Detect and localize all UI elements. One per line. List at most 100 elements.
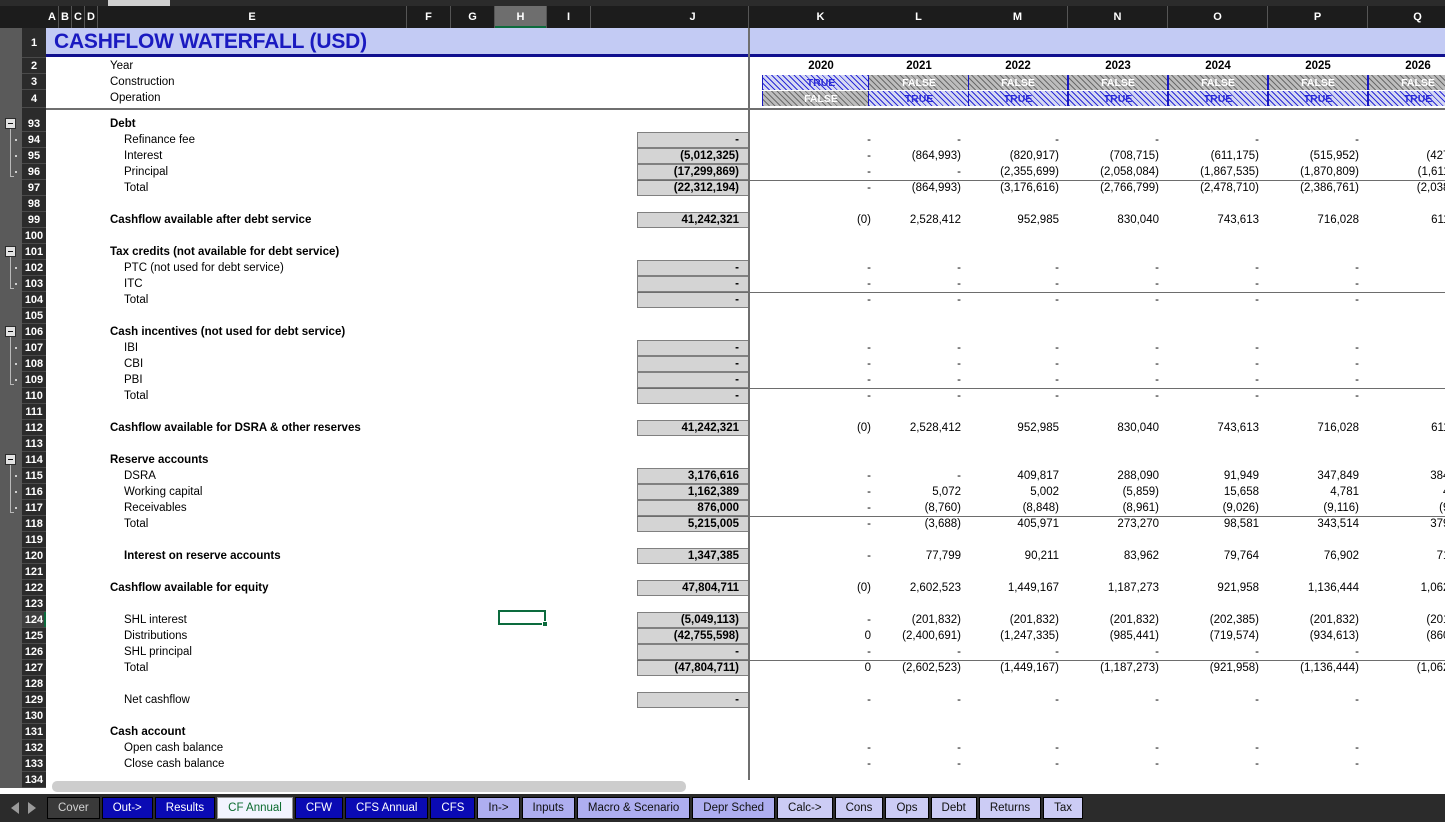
value-cell-95-P[interactable]: (515,952) [1268,148,1368,164]
column-header-e[interactable]: E [98,6,407,28]
value-cell-129-O[interactable]: - [1168,692,1268,708]
row-header-130[interactable]: 130 [22,708,46,724]
column-header-l[interactable]: L [868,6,970,28]
fill-handle[interactable] [542,621,548,627]
value-cell-124-N[interactable]: (201,832) [1068,612,1168,628]
row-label-129[interactable]: Net cashflow [124,692,403,708]
row-header-103[interactable]: 103 [22,276,46,292]
row-header-105[interactable]: 105 [22,308,46,324]
row-header-122[interactable]: 122 [22,580,46,596]
total-cell-125[interactable]: (42,755,598) [637,628,749,644]
value-cell-109-P[interactable]: - [1268,372,1368,388]
value-cell-126-L[interactable]: - [868,644,970,660]
sheet-tab-calc[interactable]: Calc-> [777,797,833,819]
value-cell-95-O[interactable]: (611,175) [1168,148,1268,164]
sheet-tab-cons[interactable]: Cons [835,797,884,819]
flag-operation-2026[interactable]: TRUE [1368,91,1445,106]
row-header-124[interactable]: 124 [22,612,46,628]
row-header-106[interactable]: 106 [22,324,46,340]
row-header-99[interactable]: 99 [22,212,46,228]
value-cell-122-K[interactable]: (0) [762,580,880,596]
value-cell-104-P[interactable]: - [1268,292,1368,308]
value-cell-122-M[interactable]: 1,449,167 [968,580,1068,596]
value-cell-112-M[interactable]: 952,985 [968,420,1068,436]
value-cell-118-M[interactable]: 405,971 [968,516,1068,532]
outline-collapse-button[interactable] [5,118,16,129]
value-cell-104-L[interactable]: - [868,292,970,308]
value-cell-104-K[interactable]: - [762,292,880,308]
value-cell-107-N[interactable]: - [1068,340,1168,356]
value-cell-112-O[interactable]: 743,613 [1168,420,1268,436]
value-cell-99-L[interactable]: 2,528,412 [868,212,970,228]
value-cell-109-M[interactable]: - [968,372,1068,388]
value-cell-103-M[interactable]: - [968,276,1068,292]
sheet-tab-macro-scenario[interactable]: Macro & Scenario [577,797,690,819]
sheet-nav-buttons[interactable] [0,794,46,822]
value-cell-117-O[interactable]: (9,026) [1168,500,1268,516]
value-cell-125-N[interactable]: (985,441) [1068,628,1168,644]
row-header-1[interactable]: 1 [22,28,46,58]
row-header-93[interactable]: 93 [22,116,46,132]
year-header-2025[interactable]: 2025 [1268,58,1368,74]
value-cell-103-O[interactable]: - [1168,276,1268,292]
value-cell-120-O[interactable]: 79,764 [1168,548,1268,564]
value-cell-110-P[interactable]: - [1268,388,1368,404]
value-cell-116-O[interactable]: 15,658 [1168,484,1268,500]
value-cell-112-P[interactable]: 716,028 [1268,420,1368,436]
value-cell-97-O[interactable]: (2,478,710) [1168,180,1268,196]
row-label-127[interactable]: Total [124,660,403,676]
value-cell-120-L[interactable]: 77,799 [868,548,970,564]
row-label-94[interactable]: Refinance fee [124,132,403,148]
value-cell-96-P[interactable]: (1,870,809) [1268,164,1368,180]
value-cell-118-O[interactable]: 98,581 [1168,516,1268,532]
row-label-115[interactable]: DSRA [124,468,403,484]
value-cell-110-N[interactable]: - [1068,388,1168,404]
value-cell-132-K[interactable]: - [762,740,880,756]
year-header-2024[interactable]: 2024 [1168,58,1268,74]
value-cell-108-L[interactable]: - [868,356,970,372]
row-header-117[interactable]: 117 [22,500,46,516]
row-header-123[interactable]: 123 [22,596,46,612]
flag-operation-2024[interactable]: TRUE [1168,91,1268,106]
prev-sheet-arrow-icon[interactable] [11,802,19,814]
value-cell-109-N[interactable]: - [1068,372,1168,388]
value-cell-108-K[interactable]: - [762,356,880,372]
total-cell-118[interactable]: 5,215,005 [637,516,749,532]
value-cell-108-O[interactable]: - [1168,356,1268,372]
value-cell-94-P[interactable]: - [1268,132,1368,148]
value-cell-120-P[interactable]: 76,902 [1268,548,1368,564]
value-cell-126-N[interactable]: - [1068,644,1168,660]
total-cell-126[interactable]: - [637,644,749,660]
sheet-tab-cfs[interactable]: CFS [430,797,475,819]
row-header-119[interactable]: 119 [22,532,46,548]
sheet-tab-ops[interactable]: Ops [885,797,928,819]
sheet-tab-cfs-annual[interactable]: CFS Annual [345,797,428,819]
total-cell-110[interactable]: - [637,388,749,404]
row-header-127[interactable]: 127 [22,660,46,676]
row-header-3[interactable]: 3 [22,74,46,90]
value-cell-103-P[interactable]: - [1268,276,1368,292]
row-label-118[interactable]: Total [124,516,403,532]
value-cell-115-N[interactable]: 288,090 [1068,468,1168,484]
column-header-a[interactable]: A [46,6,59,28]
value-cell-132-O[interactable]: - [1168,740,1268,756]
row-label-114[interactable]: Reserve accounts [110,452,403,468]
value-cell-115-P[interactable]: 347,849 [1268,468,1368,484]
column-header-j[interactable]: J [637,6,749,28]
value-cell-96-Q[interactable]: (1,611,6 [1368,164,1445,180]
value-cell-129-N[interactable]: - [1068,692,1168,708]
row-header-113[interactable]: 113 [22,436,46,452]
value-cell-109-O[interactable]: - [1168,372,1268,388]
value-cell-102-P[interactable]: - [1268,260,1368,276]
value-cell-127-P[interactable]: (1,136,444) [1268,660,1368,676]
column-header-n[interactable]: N [1068,6,1168,28]
total-cell-116[interactable]: 1,162,389 [637,484,749,500]
value-cell-108-M[interactable]: - [968,356,1068,372]
value-cell-125-K[interactable]: 0 [762,628,880,644]
row-label-131[interactable]: Cash account [110,724,403,740]
value-cell-116-P[interactable]: 4,781 [1268,484,1368,500]
value-cell-118-L[interactable]: (3,688) [868,516,970,532]
value-cell-96-K[interactable]: - [762,164,880,180]
value-cell-115-Q[interactable]: 384,4 [1368,468,1445,484]
flag-operation-2022[interactable]: TRUE [968,91,1068,106]
